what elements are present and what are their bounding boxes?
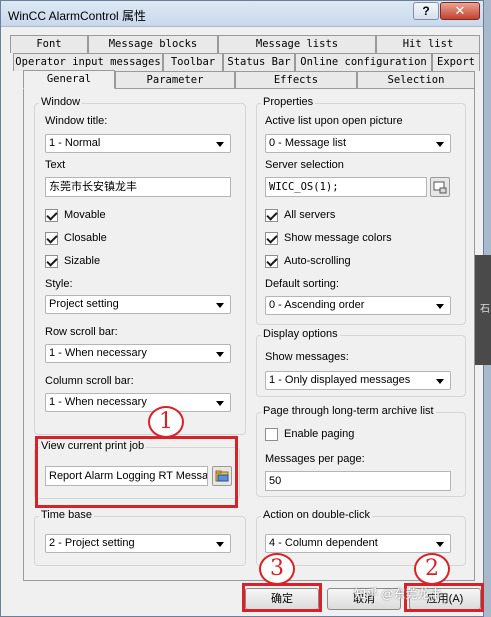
print-job-input[interactable]: Report Alarm Logging RT Message — [45, 466, 208, 486]
sizable-checkbox[interactable] — [45, 255, 58, 268]
default-sort-select-value: 0 - Ascending order — [269, 299, 365, 311]
double-click-select-value: 4 - Column dependent — [269, 537, 378, 549]
watermark: 知乎 @东莞龙丰 — [354, 587, 442, 601]
open-list-label: Active list upon open picture — [265, 115, 403, 127]
archive-paging-legend: Page through long-term archive list — [261, 405, 436, 417]
general-tab-panel: Window Window title: 1 - Normal Text 东莞市… — [23, 88, 475, 581]
messages-per-page-input[interactable]: 50 — [265, 471, 451, 491]
close-button[interactable]: ✕ — [440, 2, 480, 20]
all-servers-label: All servers — [284, 209, 336, 221]
text-label: Text — [45, 159, 66, 171]
window-title-label: Window title: — [45, 115, 108, 127]
tab-status-bar[interactable]: Status Bar — [223, 53, 295, 71]
open-list-select-value: 0 - Message list — [269, 137, 347, 149]
chevron-down-icon — [436, 379, 444, 384]
movable-label: Movable — [64, 209, 106, 221]
title-bar: WinCC AlarmControl 属性 ? ✕ — [1, 1, 483, 27]
all-servers-checkbox[interactable] — [265, 209, 278, 222]
tab-online-configuration[interactable]: Online configuration — [295, 53, 432, 71]
annotation-mark-3: 3 — [259, 553, 295, 585]
movable-checkbox[interactable] — [45, 209, 58, 222]
closable-label: Closable — [64, 232, 107, 244]
tab-operator-input-messages[interactable]: Operator input messages — [13, 53, 163, 71]
enable-paging-label: Enable paging — [284, 428, 355, 440]
ok-button[interactable]: 确定 — [245, 588, 319, 610]
tab-effects[interactable]: Effects — [235, 71, 357, 89]
help-button[interactable]: ? — [413, 2, 439, 20]
display-options-group: Display options Show messages: 1 - Only … — [256, 328, 466, 397]
tab-parameter[interactable]: Parameter — [115, 71, 235, 89]
annotation-mark-2: 2 — [414, 553, 450, 585]
col-scroll-select[interactable]: 1 - When necessary — [45, 393, 231, 412]
show-colors-checkbox[interactable] — [265, 232, 278, 245]
chevron-down-icon — [216, 352, 224, 357]
style-select-value: Project setting — [49, 298, 119, 310]
show-messages-label: Show messages: — [265, 351, 349, 363]
text-input[interactable]: 东莞市长安镇龙丰 — [45, 177, 231, 197]
enable-paging-checkbox[interactable] — [265, 428, 278, 441]
col-scroll-select-value: 1 - When necessary — [49, 396, 147, 408]
print-job-legend: View current print job — [39, 440, 147, 452]
properties-group: Properties Active list upon open picture… — [256, 96, 466, 325]
sizable-label: Sizable — [64, 255, 101, 267]
folder-icon — [215, 470, 229, 482]
row-scroll-select[interactable]: 1 - When necessary — [45, 344, 231, 363]
open-list-select[interactable]: 0 - Message list — [265, 134, 451, 153]
tab-message-lists[interactable]: Message lists — [218, 35, 376, 53]
window-group: Window Window title: 1 - Normal Text 东莞市… — [34, 96, 246, 435]
autoscroll-label: Auto-scrolling — [284, 255, 351, 267]
show-colors-label: Show message colors — [284, 232, 392, 244]
col-scroll-label: Column scroll bar: — [45, 375, 134, 387]
autoscroll-checkbox[interactable] — [265, 255, 278, 268]
time-base-select[interactable]: 2 - Project setting — [45, 534, 231, 553]
server-selection-button[interactable] — [430, 177, 450, 197]
show-messages-select-value: 1 - Only displayed messages — [269, 374, 411, 386]
default-sort-label: Default sorting: — [265, 278, 339, 290]
tab-toolbar[interactable]: Toolbar — [163, 53, 223, 71]
time-base-select-value: 2 - Project setting — [49, 537, 135, 549]
row-scroll-label: Row scroll bar: — [45, 326, 118, 338]
browse-icon — [433, 181, 447, 194]
double-click-legend: Action on double-click — [261, 509, 373, 521]
style-select[interactable]: Project setting — [45, 295, 231, 314]
row-scroll-select-value: 1 - When necessary — [49, 347, 147, 359]
annotation-mark-1: 1 — [148, 406, 184, 438]
print-job-group: View current print job Report Alarm Logg… — [34, 440, 240, 499]
tab-font[interactable]: Font — [10, 35, 88, 53]
window-title: WinCC AlarmControl 属性 — [8, 9, 147, 23]
window-title-select-value: 1 - Normal — [49, 137, 101, 149]
chevron-down-icon — [216, 142, 224, 147]
default-sort-select[interactable]: 0 - Ascending order — [265, 296, 451, 315]
chevron-down-icon — [216, 303, 224, 308]
display-options-legend: Display options — [261, 328, 340, 340]
chevron-down-icon — [436, 142, 444, 147]
tab-hit-list[interactable]: Hit list — [376, 35, 480, 53]
archive-paging-group: Page through long-term archive list Enab… — [256, 405, 466, 497]
side-handle-text: 石 — [480, 304, 490, 315]
tab-message-blocks[interactable]: Message blocks — [88, 35, 218, 53]
tab-export[interactable]: Export — [432, 53, 480, 71]
server-selection-input[interactable]: WICC_OS(1); — [265, 177, 427, 197]
chevron-down-icon — [436, 542, 444, 547]
chevron-down-icon — [216, 542, 224, 547]
time-base-legend: Time base — [39, 509, 94, 521]
window-group-legend: Window — [39, 96, 83, 108]
chevron-down-icon — [216, 401, 224, 406]
double-click-select[interactable]: 4 - Column dependent — [265, 534, 451, 553]
properties-dialog: WinCC AlarmControl 属性 ? ✕ Font Message b… — [0, 0, 484, 617]
chevron-down-icon — [436, 304, 444, 309]
style-label: Style: — [45, 278, 73, 290]
tab-selection[interactable]: Selection — [357, 71, 475, 89]
tab-general[interactable]: General — [23, 70, 115, 89]
properties-legend: Properties — [261, 96, 316, 108]
closable-checkbox[interactable] — [45, 232, 58, 245]
print-job-browse-button[interactable] — [212, 466, 232, 486]
messages-per-page-label: Messages per page: — [265, 453, 365, 465]
window-title-select[interactable]: 1 - Normal — [45, 134, 231, 153]
show-messages-select[interactable]: 1 - Only displayed messages — [265, 371, 451, 390]
server-selection-label: Server selection — [265, 159, 344, 171]
time-base-group: Time base 2 - Project setting — [34, 509, 246, 566]
